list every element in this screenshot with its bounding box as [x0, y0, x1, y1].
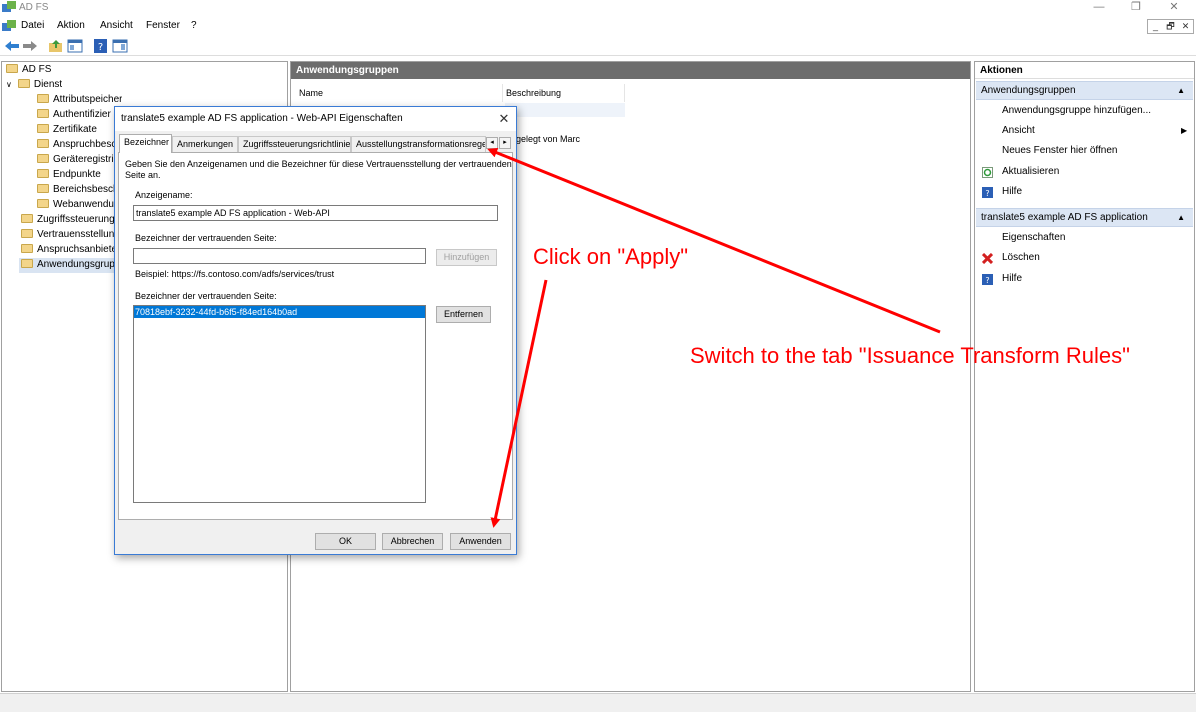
annotation-apply: Click on "Apply" [533, 244, 689, 269]
tab-bezeichner[interactable]: Bezeichner [119, 134, 172, 153]
arrow-to-transform-rules-tab [487, 147, 941, 334]
arrow-to-apply-button [490, 279, 548, 528]
annotation-switch-tab: Switch to the tab "Issuance Transform Ru… [690, 343, 1130, 368]
